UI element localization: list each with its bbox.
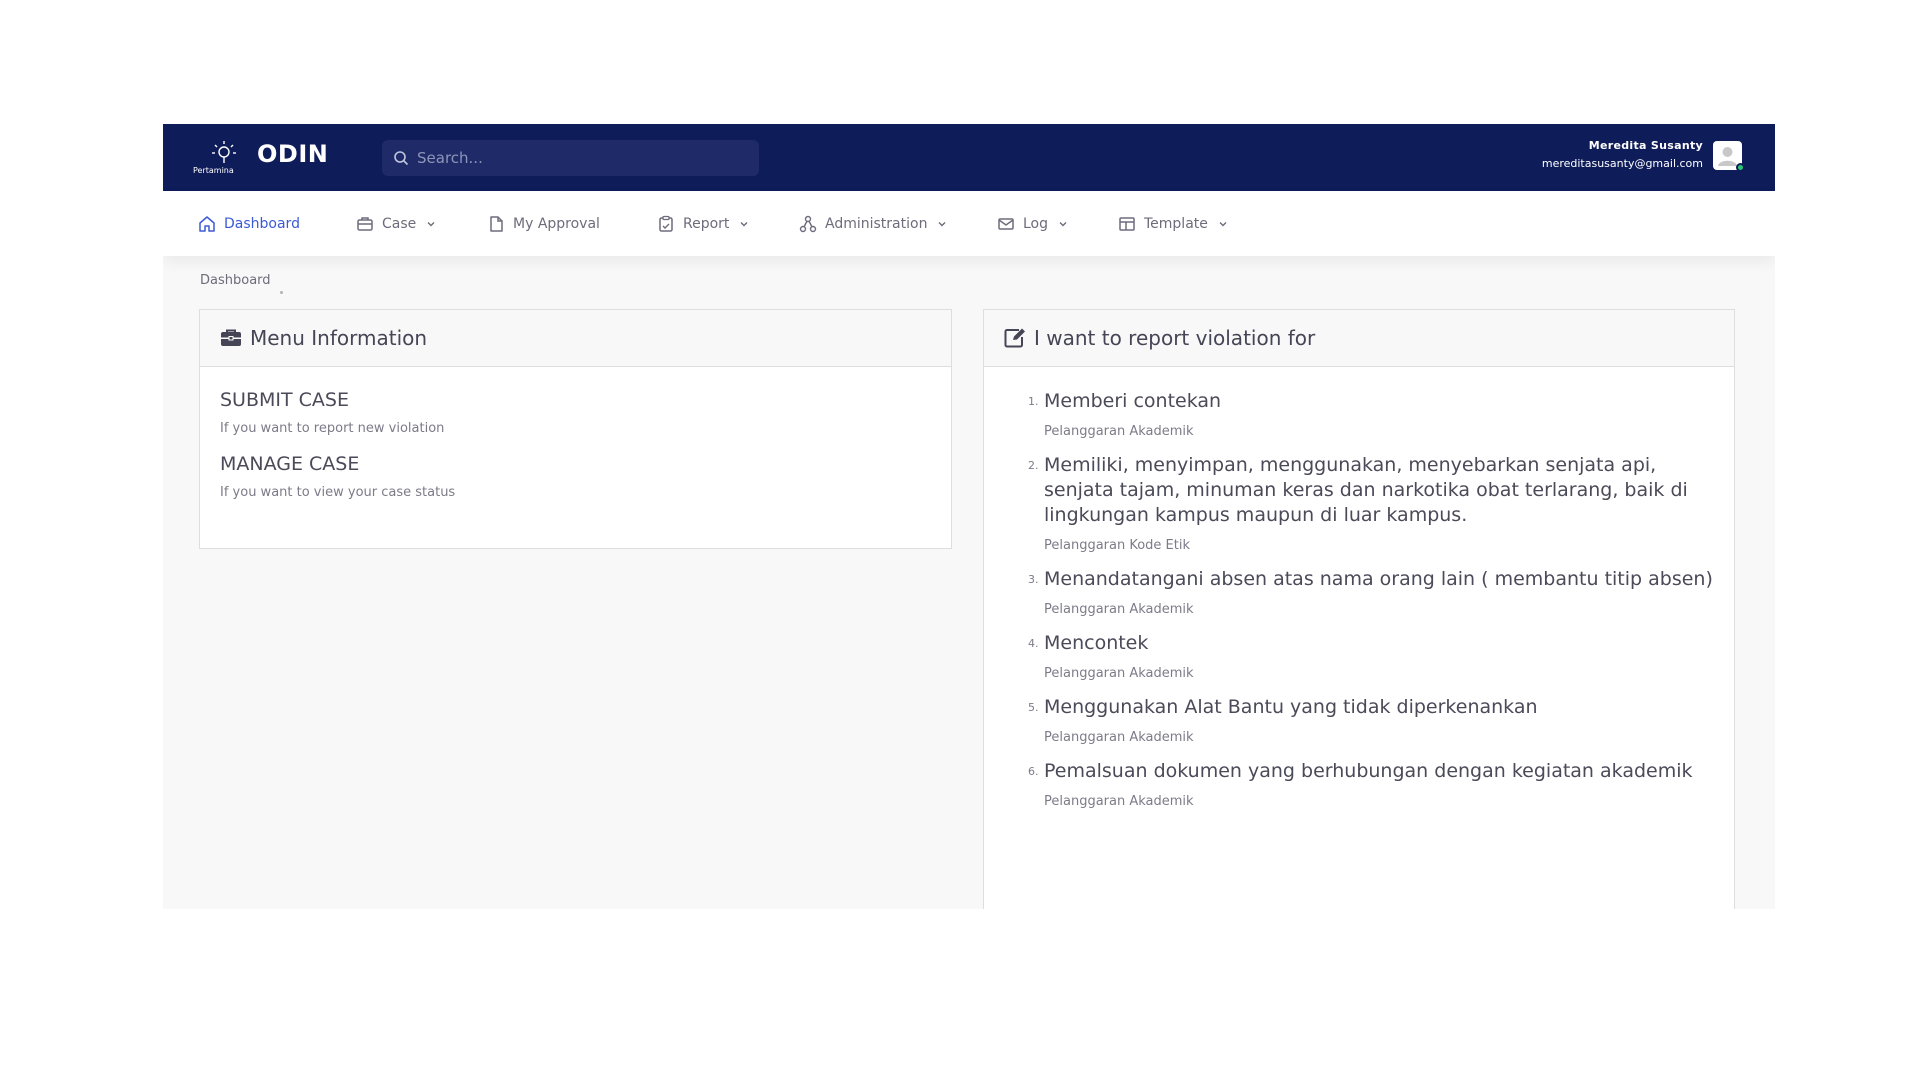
svg-text:Pertamina: Pertamina	[193, 166, 234, 175]
violation-number: 3.	[1028, 573, 1039, 586]
violation-item[interactable]: 3. Menandatangani absen atas nama orang …	[1028, 567, 1714, 617]
nav-my-approval[interactable]: My Approval	[487, 191, 600, 256]
submit-case-desc: If you want to report new violation	[220, 421, 445, 436]
main-menu: Dashboard Case My Approval Report Admini…	[163, 191, 1775, 256]
violation-number: 1.	[1028, 395, 1039, 408]
violation-item[interactable]: 1. Memberi contekan Pelanggaran Akademik	[1028, 389, 1714, 439]
user-name: Meredita Susanty	[1588, 139, 1703, 152]
user-email: mereditasusanty@gmail.com	[1541, 157, 1703, 170]
nav-report[interactable]: Report	[657, 191, 749, 256]
nav-my-approval-label: My Approval	[513, 215, 600, 232]
violation-title: Memiliki, menyimpan, menggunakan, menyeb…	[1044, 454, 1688, 526]
violation-category: Pelanggaran Akademik	[1044, 424, 1194, 439]
card-title: Menu Information	[250, 326, 428, 350]
violation-title: Menandatangani absen atas nama orang lai…	[1044, 568, 1713, 590]
chevron-down-icon	[427, 221, 435, 226]
mail-icon	[998, 217, 1014, 230]
chevron-down-icon	[938, 221, 946, 226]
violation-title: Pemalsuan dokumen yang berhubungan denga…	[1044, 760, 1693, 782]
user-info[interactable]: Meredita Susanty mereditasusanty@gmail.c…	[1542, 139, 1703, 170]
nav-case-label: Case	[382, 215, 417, 232]
violation-item[interactable]: 5. Menggunakan Alat Bantu yang tidak dip…	[1028, 695, 1714, 745]
report-violation-header: I want to report violation for	[984, 310, 1734, 367]
nav-template[interactable]: Template	[1118, 191, 1228, 256]
manage-case-desc: If you want to view your case status	[220, 485, 456, 500]
chevron-down-icon	[1219, 221, 1227, 226]
pertamina-logo[interactable]: Pertamina	[191, 140, 241, 176]
card-title: I want to report violation for	[1034, 326, 1316, 350]
nav-dashboard[interactable]: Dashboard	[198, 191, 300, 256]
breadcrumb-separator	[280, 291, 283, 294]
violation-number: 6.	[1028, 765, 1039, 778]
nav-administration[interactable]: Administration	[799, 191, 947, 256]
chevron-down-icon	[1059, 221, 1067, 226]
briefcase-icon	[221, 329, 241, 346]
app-window: Pertamina ODIN Meredita Susanty meredita…	[163, 124, 1775, 909]
violation-category: Pelanggaran Kode Etik	[1044, 538, 1191, 553]
manage-case-link[interactable]: MANAGE CASE If you want to view your cas…	[200, 453, 951, 500]
layout-icon	[1119, 216, 1135, 231]
violation-item[interactable]: 4. Mencontek Pelanggaran Akademik	[1028, 631, 1714, 681]
document-icon	[490, 215, 503, 232]
nav-template-label: Template	[1144, 215, 1208, 232]
violation-title: Menggunakan Alat Bantu yang tidak diperk…	[1044, 696, 1538, 718]
manage-case-title: MANAGE CASE	[220, 453, 360, 475]
nav-log[interactable]: Log	[997, 191, 1068, 256]
violation-number: 5.	[1028, 701, 1039, 714]
violation-number: 2.	[1028, 459, 1039, 472]
edit-icon	[1004, 328, 1025, 348]
submit-case-link[interactable]: SUBMIT CASE If you want to report new vi…	[200, 389, 951, 436]
menu-information-card: Menu Information SUBMIT CASE If you want…	[199, 309, 952, 549]
search-input[interactable]	[417, 140, 747, 176]
violation-number: 4.	[1028, 637, 1039, 650]
submit-case-title: SUBMIT CASE	[220, 389, 349, 411]
breadcrumb[interactable]: Dashboard	[200, 273, 271, 288]
top-navbar: Pertamina ODIN Meredita Susanty meredita…	[163, 124, 1775, 191]
violation-category: Pelanggaran Akademik	[1044, 602, 1194, 617]
nav-log-label: Log	[1023, 215, 1049, 232]
nav-administration-label: Administration	[825, 215, 928, 232]
violation-category: Pelanggaran Akademik	[1044, 730, 1194, 745]
network-icon	[799, 215, 817, 232]
online-status-dot	[1736, 163, 1745, 172]
clipboard-icon	[659, 215, 673, 232]
search-icon	[394, 151, 409, 166]
violation-list: 1. Memberi contekan Pelanggaran Akademik…	[984, 389, 1734, 809]
menu-information-header: Menu Information	[200, 310, 951, 367]
violation-item[interactable]: 6. Pemalsuan dokumen yang berhubungan de…	[1028, 759, 1714, 809]
app-title: ODIN	[257, 140, 329, 168]
nav-report-label: Report	[683, 215, 730, 232]
violation-title: Memberi contekan	[1044, 390, 1222, 412]
nav-case[interactable]: Case	[356, 191, 436, 256]
violation-category: Pelanggaran Akademik	[1044, 794, 1194, 809]
report-violation-card: I want to report violation for 1. Member…	[983, 309, 1735, 909]
home-icon	[199, 215, 215, 232]
violation-item[interactable]: 2. Memiliki, menyimpan, menggunakan, men…	[1028, 453, 1714, 553]
search-box[interactable]	[382, 140, 759, 176]
violation-category: Pelanggaran Akademik	[1044, 666, 1194, 681]
nav-dashboard-label: Dashboard	[224, 215, 300, 232]
chevron-down-icon	[740, 221, 748, 226]
briefcase-icon	[357, 216, 373, 231]
violation-title: Mencontek	[1044, 632, 1149, 654]
